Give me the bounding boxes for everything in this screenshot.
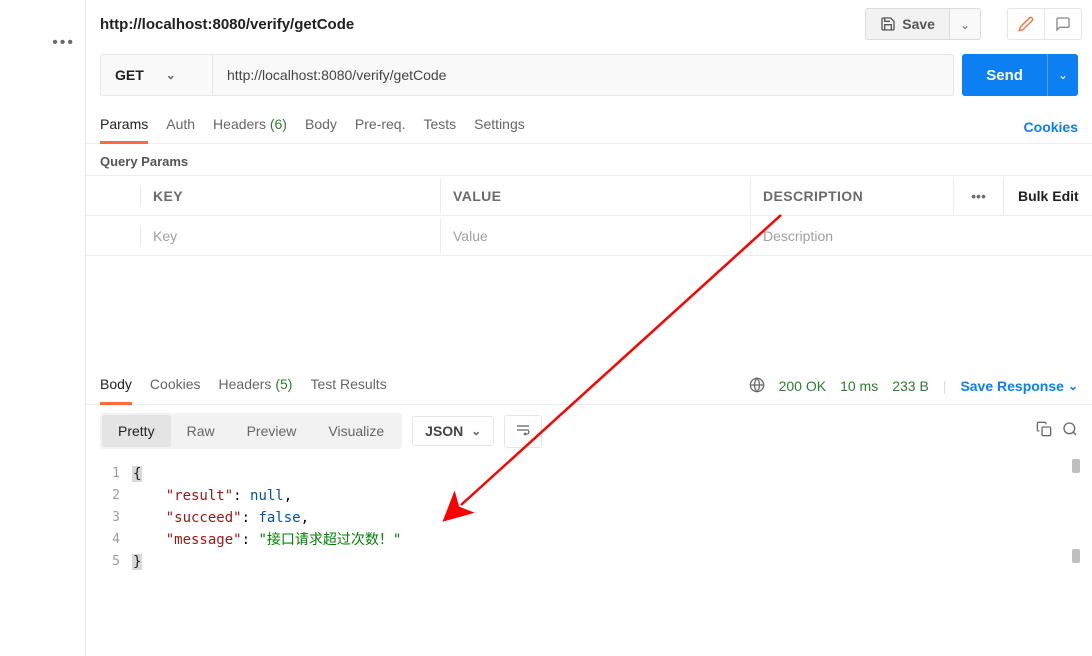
url-input[interactable] xyxy=(213,55,953,95)
tab-tests[interactable]: Tests xyxy=(423,110,456,143)
chevron-down-icon: ⌄ xyxy=(471,424,481,438)
resp-tab-tests[interactable]: Test Results xyxy=(310,368,386,404)
view-preview[interactable]: Preview xyxy=(231,415,313,447)
tab-body[interactable]: Body xyxy=(305,110,337,143)
table-row xyxy=(86,216,1092,256)
search-icon[interactable] xyxy=(1062,421,1078,442)
col-more-icon[interactable]: ••• xyxy=(954,178,1004,214)
pencil-icon xyxy=(1018,16,1034,32)
comment-icon xyxy=(1055,16,1071,32)
tab-params[interactable]: Params xyxy=(100,110,148,144)
desc-input[interactable] xyxy=(763,228,942,244)
wrap-line-button[interactable] xyxy=(504,415,542,448)
query-params-table: KEY VALUE DESCRIPTION ••• Bulk Edit xyxy=(86,175,1092,256)
cookies-link[interactable]: Cookies xyxy=(1024,119,1078,135)
view-raw[interactable]: Raw xyxy=(171,415,231,447)
send-dropdown[interactable]: ⌄ xyxy=(1047,54,1078,96)
col-value: VALUE xyxy=(441,178,751,214)
tab-headers[interactable]: Headers (6) xyxy=(213,110,287,143)
left-rail: ••• xyxy=(0,0,86,656)
chevron-down-icon: ⌄ xyxy=(1068,379,1078,393)
resp-tab-body[interactable]: Body xyxy=(100,368,132,405)
tab-settings[interactable]: Settings xyxy=(474,110,525,143)
response-size: 233 B xyxy=(892,378,929,394)
col-desc: DESCRIPTION xyxy=(751,178,954,214)
key-input[interactable] xyxy=(153,228,428,244)
save-button[interactable]: Save xyxy=(865,8,950,40)
edit-button[interactable] xyxy=(1008,9,1044,39)
scroll-marker xyxy=(1072,459,1080,473)
value-input[interactable] xyxy=(453,228,738,244)
resp-tab-cookies[interactable]: Cookies xyxy=(150,368,201,404)
request-title: http://localhost:8080/verify/getCode xyxy=(100,16,857,33)
save-dropdown[interactable]: ⌄ xyxy=(950,8,981,40)
response-time: 10 ms xyxy=(840,378,878,394)
view-pretty[interactable]: Pretty xyxy=(102,415,171,447)
save-response-link[interactable]: Save Response ⌄ xyxy=(960,378,1078,394)
send-button[interactable]: Send xyxy=(962,54,1047,96)
chevron-down-icon: ⌄ xyxy=(960,18,970,32)
save-icon xyxy=(880,16,896,32)
status-code: 200 OK xyxy=(779,378,826,394)
view-visualize[interactable]: Visualize xyxy=(312,415,400,447)
bulk-edit-link[interactable]: Bulk Edit xyxy=(1004,178,1092,214)
tab-prereq[interactable]: Pre-req. xyxy=(355,110,406,143)
rail-more-icon[interactable]: ••• xyxy=(52,34,75,52)
chevron-down-icon: ⌄ xyxy=(1058,68,1068,82)
resp-tab-headers[interactable]: Headers (5) xyxy=(219,368,293,404)
rail-empty-slot xyxy=(35,8,75,32)
format-select[interactable]: JSON ⌄ xyxy=(412,416,494,446)
method-select[interactable]: GET ⌄ xyxy=(101,55,213,95)
scroll-marker xyxy=(1072,549,1080,563)
comment-button[interactable] xyxy=(1044,9,1081,39)
globe-icon[interactable] xyxy=(749,377,765,396)
col-key: KEY xyxy=(141,178,441,214)
tab-auth[interactable]: Auth xyxy=(166,110,195,143)
copy-icon[interactable] xyxy=(1036,421,1052,442)
query-params-label: Query Params xyxy=(86,144,1092,175)
response-body[interactable]: 1{ 2 "result": null, 3 "succeed": false,… xyxy=(86,457,1092,573)
wrap-icon xyxy=(515,422,531,438)
chevron-down-icon: ⌄ xyxy=(166,68,176,82)
